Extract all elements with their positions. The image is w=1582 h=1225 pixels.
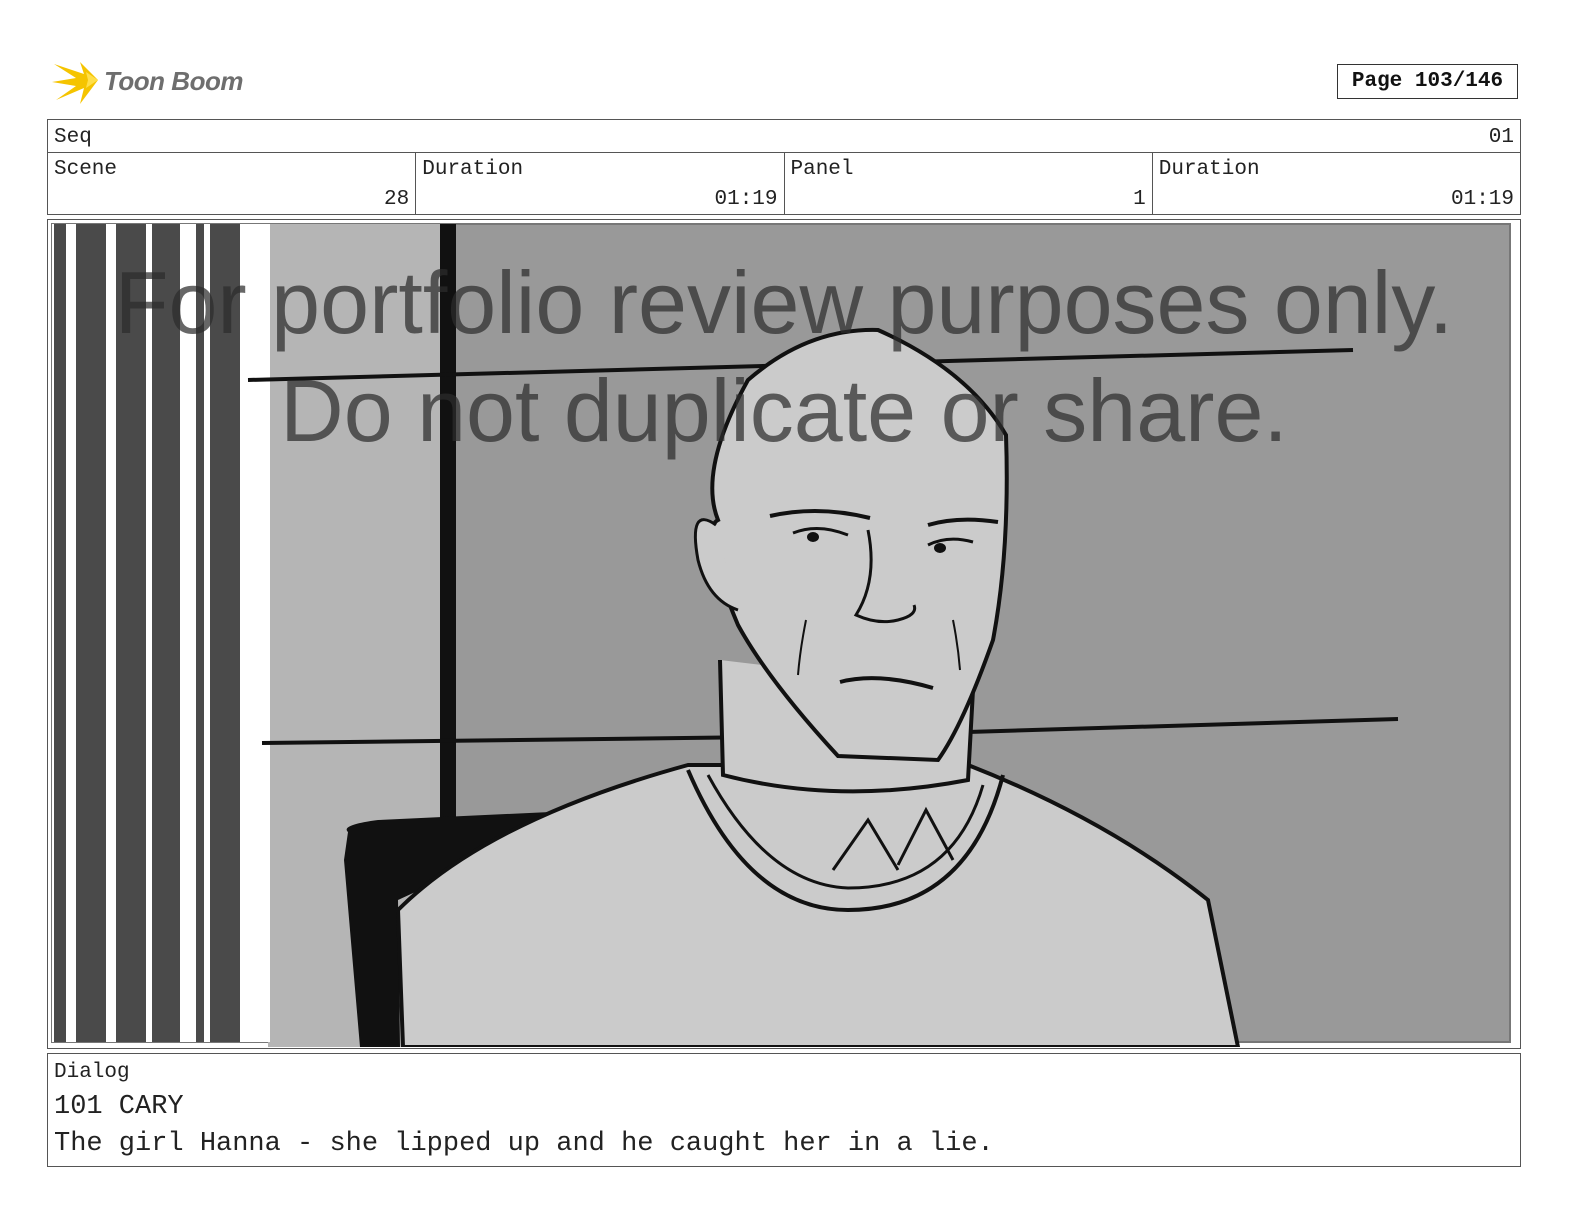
- storyboard-panel: For portfolio review purposes only. Do n…: [47, 219, 1521, 1049]
- star-burst-icon: [52, 62, 98, 104]
- page-indicator: Page 103/146: [1337, 64, 1518, 99]
- scene-duration-label: Duration: [422, 158, 524, 181]
- sequence-value: 01: [1488, 126, 1514, 149]
- panel-label: Panel: [790, 158, 854, 181]
- scene-duration-value: 01:19: [714, 188, 778, 211]
- scene-cell: Scene 28: [48, 153, 417, 214]
- scene-value: 28: [384, 188, 410, 211]
- dialog-label: Dialog: [54, 1061, 130, 1084]
- toon-boom-logo: Toon Boom: [50, 56, 250, 108]
- dialog-text: The girl Hanna - she lipped up and he ca…: [54, 1129, 994, 1159]
- panel-value: 1: [1133, 188, 1146, 211]
- dialog-character-line: 101 CARY: [54, 1092, 184, 1122]
- panel-duration-cell: Duration 01:19: [1153, 153, 1520, 214]
- panel-duration-value: 01:19: [1450, 188, 1514, 211]
- dialog-box: Dialog 101 CARY The girl Hanna - she lip…: [47, 1053, 1521, 1167]
- sequence-row: Seq 01: [48, 120, 1520, 153]
- panel-cell: Panel 1: [785, 153, 1153, 214]
- info-cells: Scene 28 Duration 01:19 Panel 1 Duration…: [48, 153, 1520, 214]
- sequence-label: Seq: [54, 126, 92, 149]
- scene-duration-cell: Duration 01:19: [416, 153, 785, 214]
- panel-duration-label: Duration: [1158, 158, 1260, 181]
- logo-text: Toon Boom: [104, 66, 243, 96]
- storyboard-sketch: [48, 220, 1519, 1047]
- scene-label: Scene: [54, 158, 118, 181]
- panel-info-table: Seq 01 Scene 28 Duration 01:19 Panel 1 D…: [47, 119, 1521, 215]
